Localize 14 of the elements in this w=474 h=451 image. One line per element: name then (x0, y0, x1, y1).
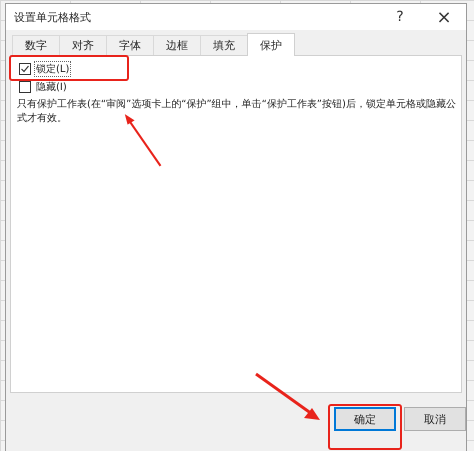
arrow (255, 372, 320, 420)
checkbox[interactable] (19, 81, 31, 93)
help-button[interactable]: ? (378, 3, 422, 31)
tab[interactable]: 保护 (247, 33, 295, 56)
close-button[interactable]: × (422, 3, 466, 31)
tab[interactable]: 数字 (12, 35, 60, 55)
checkbox-label[interactable]: 锁定(L) (35, 62, 70, 76)
arrow (124, 114, 162, 166)
window-title: 设置单元格格式 (14, 10, 92, 24)
ok-button[interactable]: 确定 (334, 407, 396, 431)
checkbox[interactable] (19, 63, 31, 75)
cancel-button[interactable]: 取消 (404, 407, 466, 431)
checkbox-label[interactable]: 隐藏(I) (35, 80, 68, 94)
note-text: 只有保护工作表(在“审阅”选项卡上的“保护”组中，单击“保护工作表”按钮)后，锁定单元格或隐藏公式才有效。 (17, 98, 457, 126)
